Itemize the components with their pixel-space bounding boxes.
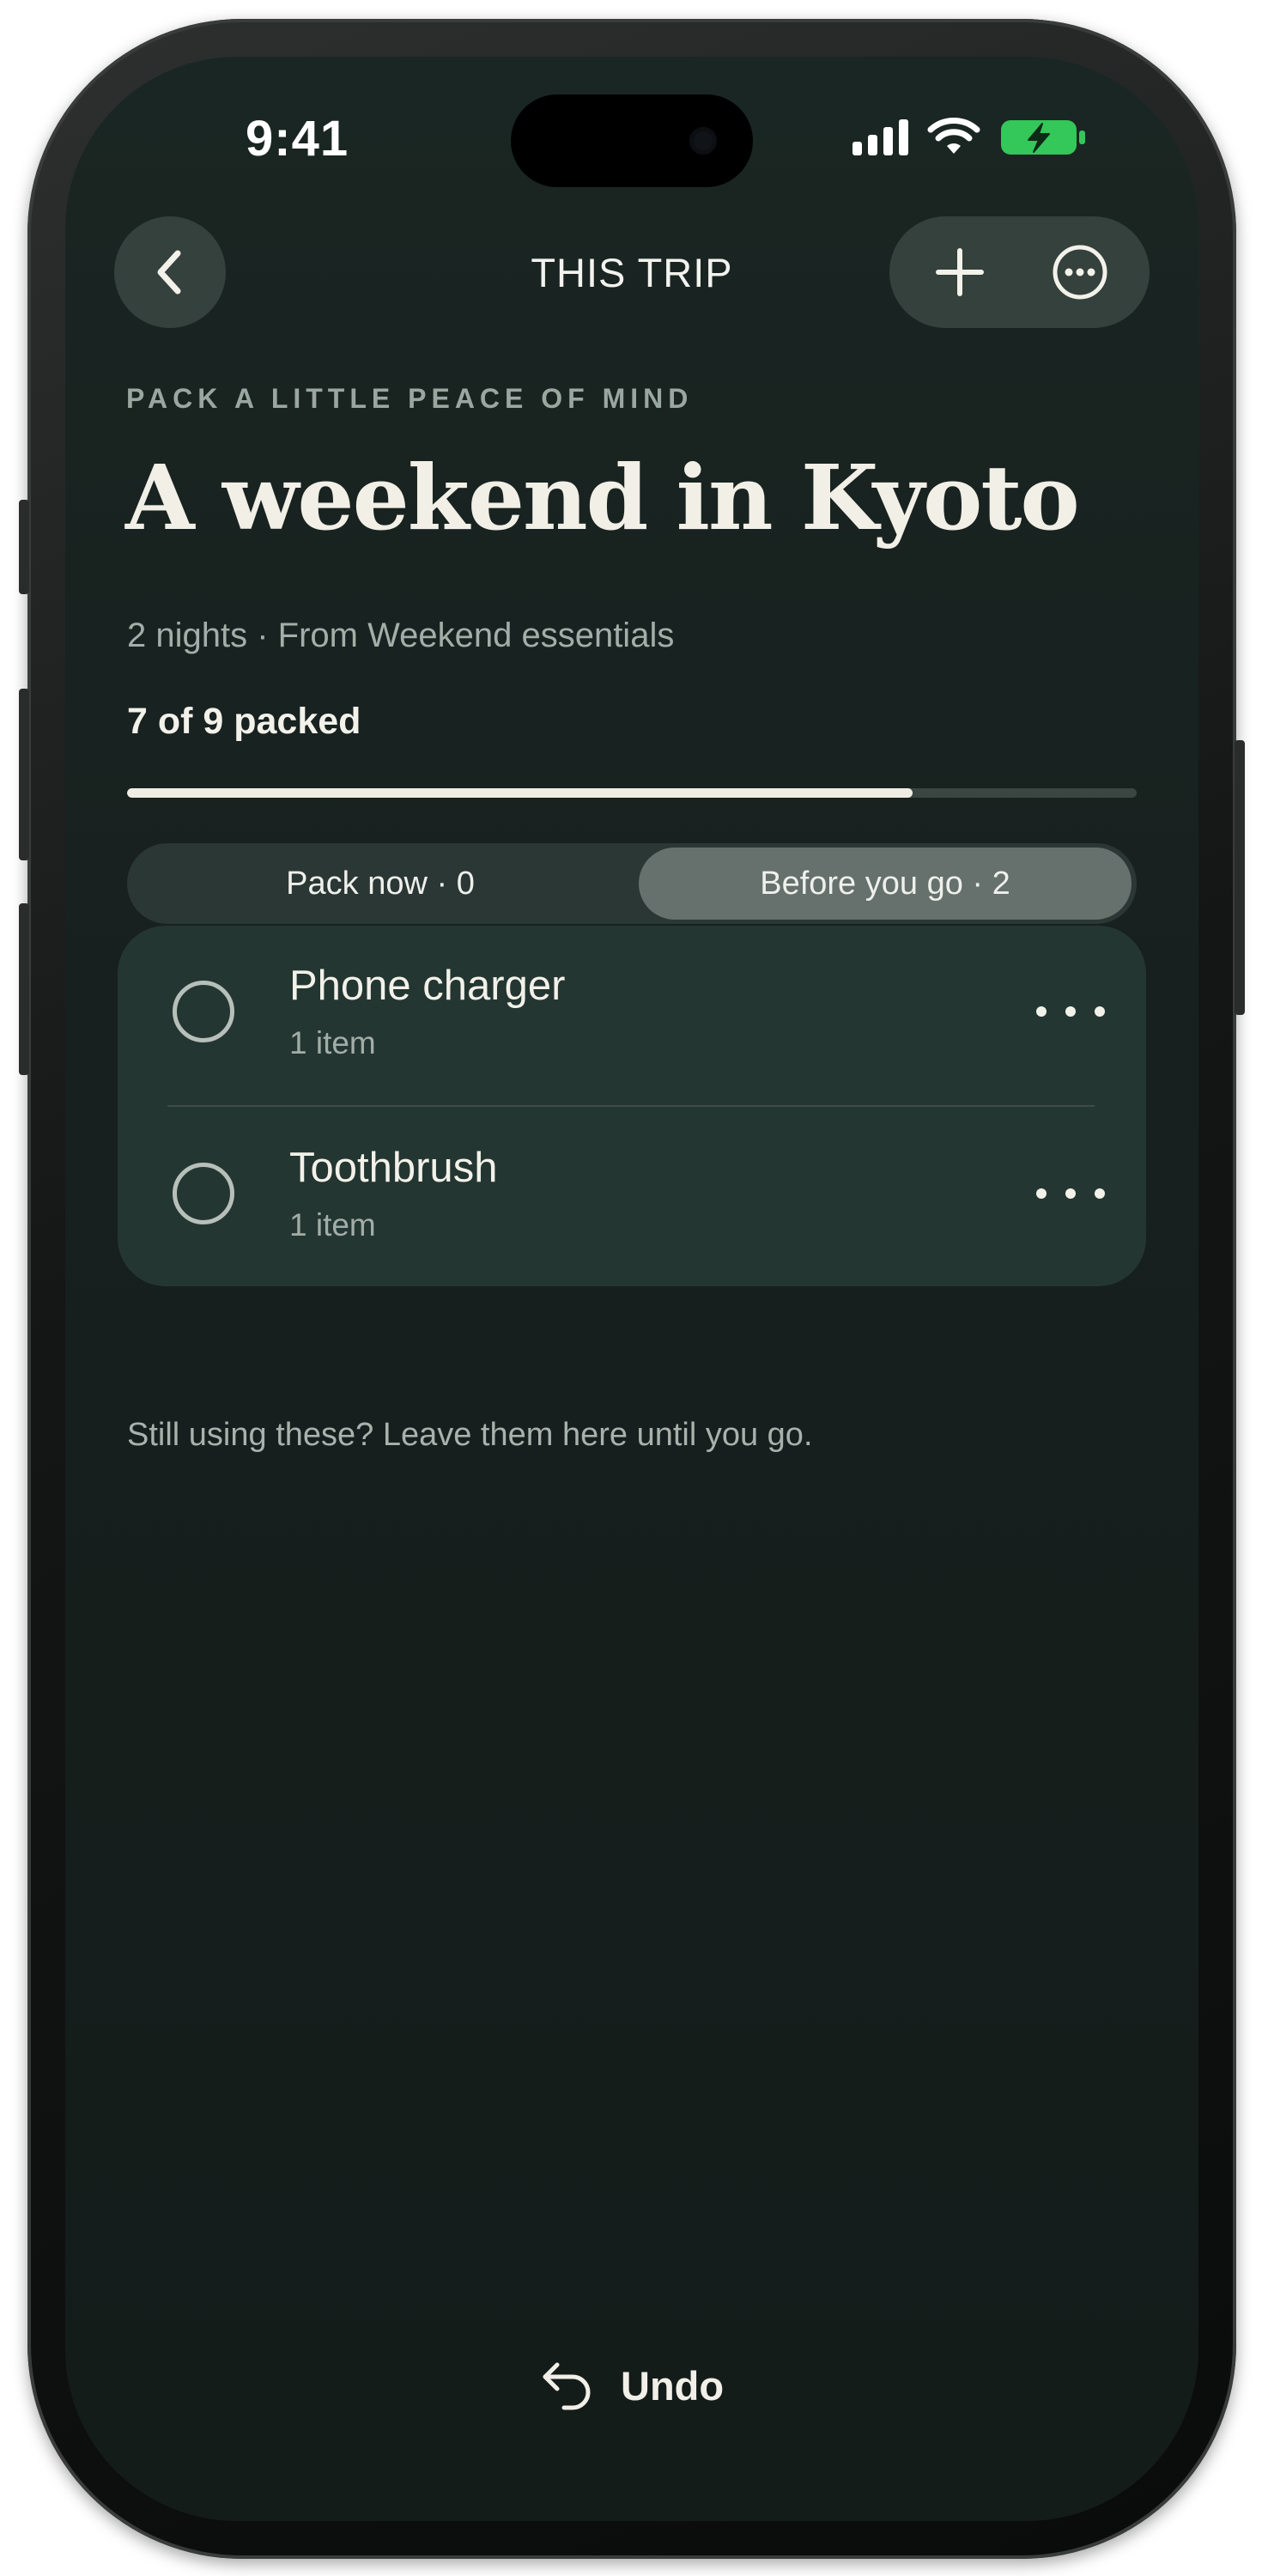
segmented-control: Pack now · 0 Before you go · 2 <box>127 843 1137 924</box>
add-button[interactable] <box>900 216 1020 328</box>
items-card: Phone charger 1 item Toothbrush 1 item <box>118 926 1146 1286</box>
ellipsis-circle-icon <box>1053 245 1107 300</box>
wifi-icon <box>927 118 980 154</box>
cellular-signal-icon <box>852 119 908 155</box>
page-title: A weekend in Kyoto <box>125 445 1080 550</box>
item-more-button[interactable] <box>1036 1168 1105 1219</box>
tab-before-you-go[interactable]: Before you go · 2 <box>639 848 1132 920</box>
item-more-button[interactable] <box>1036 986 1105 1037</box>
progress-label: 7 of 9 packed <box>127 701 361 742</box>
nav-actions-group <box>889 216 1150 328</box>
battery-charging-icon <box>1001 120 1085 155</box>
volume-down-button <box>19 903 29 1075</box>
checkbox[interactable] <box>173 1163 234 1224</box>
plus-icon <box>936 248 984 296</box>
item-title: Phone charger <box>289 963 566 1009</box>
app-screen: 9:41 THIS TRIP PACK A LITTLE PEACE OF MI… <box>65 57 1198 2521</box>
item-detail: 1 item <box>289 1025 376 1060</box>
undo-arrow-icon <box>543 2362 591 2410</box>
dynamic-island <box>511 94 753 187</box>
eyebrow-text: PACK A LITTLE PEACE OF MIND <box>126 383 694 414</box>
tab-pack-now[interactable]: Pack now · 0 <box>131 848 629 920</box>
nav-title: THIS TRIP <box>531 250 733 295</box>
trip-subtitle: 2 nights · From Weekend essentials <box>127 617 675 654</box>
undo-button[interactable]: Undo <box>538 2351 724 2420</box>
status-icons <box>852 117 1087 158</box>
status-time: 9:41 <box>246 111 349 167</box>
more-options-button[interactable] <box>1020 216 1140 328</box>
item-title: Toothbrush <box>289 1145 498 1191</box>
volume-up-button <box>19 689 29 860</box>
undo-label: Undo <box>621 2362 725 2409</box>
power-button <box>1235 740 1245 1015</box>
camera-icon <box>689 127 717 155</box>
hint-text: Still using these? Leave them here until… <box>127 1417 813 1453</box>
list-item[interactable]: Toothbrush 1 item <box>118 1106 1146 1286</box>
chevron-left-icon <box>157 250 181 295</box>
action-button <box>19 500 29 594</box>
progress-bar <box>127 788 1137 798</box>
item-detail: 1 item <box>289 1207 376 1242</box>
progress-bar-fill <box>127 788 913 798</box>
checkbox[interactable] <box>173 981 234 1042</box>
list-item[interactable]: Phone charger 1 item <box>118 926 1146 1107</box>
back-button[interactable] <box>114 216 226 328</box>
